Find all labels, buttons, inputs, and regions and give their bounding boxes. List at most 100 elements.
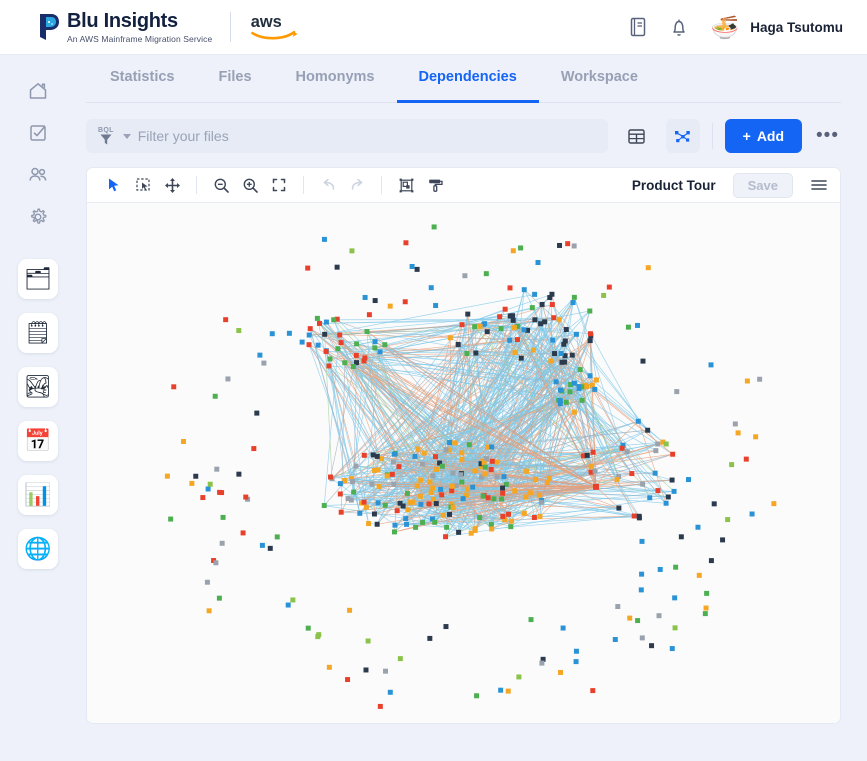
bell-icon[interactable] <box>669 16 689 38</box>
graph-node <box>711 501 717 507</box>
zoom-in-tool[interactable] <box>237 173 263 197</box>
graph-node <box>547 295 553 301</box>
fit-to-screen-tool[interactable] <box>266 173 292 197</box>
graph-node <box>412 453 418 459</box>
graph-node <box>655 441 661 447</box>
graph-node <box>484 329 490 335</box>
add-button-label: Add <box>756 128 785 144</box>
chevron-down-icon[interactable] <box>122 133 131 139</box>
group-frame-tool[interactable] <box>393 173 419 197</box>
graph-node <box>409 263 415 269</box>
graph-node <box>489 444 495 450</box>
sidebar-app-images-project[interactable]: 🏞 <box>18 367 58 407</box>
filter-funnel-icon <box>100 134 112 144</box>
graph-node <box>592 483 599 490</box>
paint-style-tool[interactable] <box>422 173 448 197</box>
graph-view-button[interactable] <box>665 119 700 153</box>
graph-node <box>592 468 598 474</box>
graph-node <box>544 480 550 486</box>
graph-node <box>584 384 590 390</box>
graph-node <box>365 638 371 644</box>
graph-node <box>439 492 445 498</box>
dependency-graph[interactable] <box>87 203 840 723</box>
graph-node <box>327 356 333 362</box>
graph-node <box>588 463 594 469</box>
tab-dependencies[interactable]: Dependencies <box>396 55 539 103</box>
graph-node <box>384 473 390 479</box>
graph-node <box>216 595 222 601</box>
search-input[interactable]: Filter your files <box>138 128 229 144</box>
home-icon <box>29 83 47 99</box>
pan-move-tool[interactable] <box>159 173 185 197</box>
marquee-select-tool[interactable] <box>130 173 156 197</box>
header-actions: 🍜 Haga Tsutomu <box>628 12 843 42</box>
graph-node <box>592 386 598 392</box>
sidebar-item-settings[interactable] <box>16 197 60 237</box>
graph-node <box>306 342 312 348</box>
graph-node <box>214 466 220 472</box>
graph-node <box>225 376 231 382</box>
graph-node <box>558 669 564 675</box>
graph-node <box>652 470 658 476</box>
save-button[interactable]: Save <box>732 172 793 198</box>
book-icon[interactable] <box>628 16 648 38</box>
graph-node <box>584 452 590 458</box>
graph-node <box>379 456 385 462</box>
product-tour-button[interactable]: Product Tour <box>632 178 716 193</box>
blu-insights-logo[interactable]: Blu Insights An AWS Mainframe Migration … <box>38 11 212 44</box>
table-view-button[interactable] <box>620 119 654 153</box>
graph-node <box>421 450 427 456</box>
graph-node <box>376 484 382 490</box>
graph-node <box>168 516 174 522</box>
tab-statistics[interactable]: Statistics <box>88 55 196 103</box>
graph-node <box>433 303 439 309</box>
graph-menu-button[interactable] <box>808 174 830 196</box>
sidebar-app-dashboard-project[interactable]: 📊 <box>18 475 58 515</box>
avatar[interactable]: 🍜 <box>710 12 740 42</box>
graph-node <box>459 456 465 462</box>
graph-node <box>563 399 569 405</box>
graph-node <box>431 224 437 230</box>
undo-tool[interactable] <box>315 173 341 197</box>
add-button[interactable]: + Add <box>724 119 803 153</box>
redo-tool[interactable] <box>344 173 370 197</box>
sidebar-app-notes-project[interactable]: 🗒 <box>18 313 58 353</box>
tab-workspace[interactable]: Workspace <box>539 55 660 103</box>
graph-node <box>614 476 620 482</box>
bql-filter-selector[interactable]: BQL <box>98 127 114 146</box>
graph-node <box>377 703 383 709</box>
graph-node <box>366 521 372 527</box>
graph-node <box>635 618 641 624</box>
sidebar-app-explorer-project[interactable]: 🌐 <box>18 529 58 569</box>
select-pointer-tool[interactable] <box>101 173 127 197</box>
graph-node <box>427 479 433 485</box>
dependency-graph-canvas[interactable] <box>87 203 840 723</box>
graph-node <box>509 518 515 524</box>
sidebar-item-home[interactable] <box>16 71 60 111</box>
graph-node <box>427 635 433 641</box>
filter-input-wrapper[interactable]: BQL Filter your files <box>86 119 608 153</box>
sidebar-item-tasks[interactable] <box>16 113 60 153</box>
brand[interactable]: Blu Insights An AWS Mainframe Migration … <box>38 11 301 44</box>
sidebar-item-users[interactable] <box>16 155 60 195</box>
sidebar-app-calendar-project[interactable]: 📅 <box>18 421 58 461</box>
graph-node <box>464 486 470 492</box>
graph-node <box>686 477 691 483</box>
graph-node <box>571 409 577 415</box>
tab-files[interactable]: Files <box>196 55 273 103</box>
graph-node <box>636 513 642 519</box>
graph-node <box>261 360 267 366</box>
graph-node <box>559 359 565 365</box>
more-options-button[interactable]: ••• <box>814 125 841 147</box>
graph-node <box>342 478 348 484</box>
sidebar-app-files-project[interactable]: 🗂 <box>18 259 58 299</box>
graph-node <box>345 677 351 683</box>
graph-node <box>342 360 348 366</box>
graph-node <box>501 474 507 480</box>
graph-node <box>480 493 486 499</box>
tab-homonyms[interactable]: Homonyms <box>274 55 397 103</box>
graph-node <box>576 384 582 390</box>
graph-node <box>590 449 596 455</box>
user-menu[interactable]: 🍜 Haga Tsutomu <box>710 12 843 42</box>
zoom-out-tool[interactable] <box>208 173 234 197</box>
